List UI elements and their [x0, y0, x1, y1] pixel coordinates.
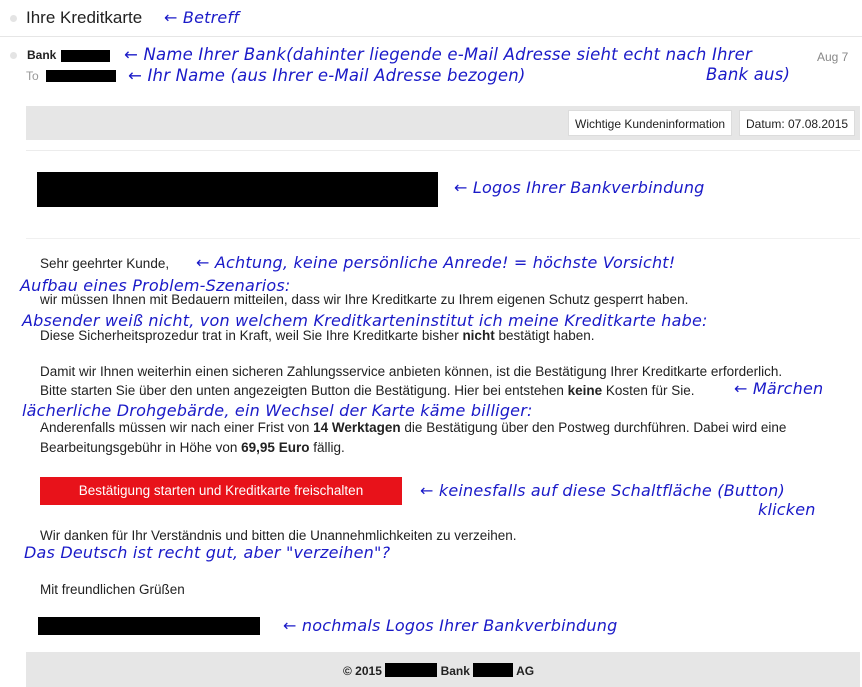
- body-closing: Mit freundlichen Grüßen: [40, 582, 185, 597]
- body-line-6: Bearbeitungsgebühr in Höhe von 69,95 Eur…: [40, 440, 345, 455]
- body-line-1: wir müssen Ihnen mit Bedauern mitteilen,…: [40, 292, 689, 307]
- footer-redacted-2: [473, 663, 514, 677]
- body-line-3: Damit wir Ihnen weiterhin einen sicheren…: [40, 364, 783, 379]
- confirm-button[interactable]: Bestätigung starten und Kreditkarte frei…: [40, 477, 402, 505]
- body-thanks: Wir danken für Ihr Verständnis und bitte…: [40, 528, 517, 543]
- sender-dot-icon: [10, 52, 17, 59]
- footer-text: © 2015 Bank AG: [343, 663, 534, 678]
- unread-dot-icon: [10, 15, 17, 22]
- mail-date: Aug 7: [817, 50, 849, 64]
- logo-divider: [26, 238, 860, 239]
- greeting: Sehr geehrter Kunde,: [40, 256, 170, 271]
- body-line-2: Diese Sicherheitsprozedur trat in Kraft,…: [40, 328, 595, 343]
- mail-subject: Ihre Kreditkarte: [26, 8, 143, 27]
- footer-middle: Bank: [440, 664, 470, 678]
- footer-suffix: AG: [516, 664, 535, 678]
- annotation-bank-name: ← Name Ihrer Bank(dahinter liegende e-Ma…: [124, 45, 753, 64]
- annotation-logos: ← Logos Ihrer Bankverbindung: [454, 178, 705, 197]
- body-line-4: Bitte starten Sie über den unten angezei…: [40, 383, 695, 398]
- header-line: [26, 150, 860, 151]
- recipient-redacted: [46, 70, 116, 82]
- annotation-button-2: klicken: [758, 500, 816, 519]
- annotation-threat: lächerliche Drohgebärde, ein Wechsel der…: [22, 401, 533, 420]
- subject-divider: [0, 36, 862, 37]
- sender-redacted: [61, 50, 110, 62]
- header-info-box: Wichtige Kundeninformation: [568, 110, 733, 136]
- mail-header-bar: [26, 106, 860, 140]
- footer-redacted-1: [385, 663, 438, 677]
- footer-prefix: © 2015: [343, 664, 382, 678]
- annotation-subject: ← Betreff: [164, 8, 240, 27]
- annotation-greeting: ← Achtung, keine persönliche Anrede! = h…: [196, 253, 676, 272]
- annotation-maerchen: ← Märchen: [734, 379, 824, 398]
- sender-label[interactable]: Bank: [27, 48, 56, 62]
- annotation-german: Das Deutsch ist recht gut, aber "verzeih…: [24, 543, 391, 562]
- annotation-bank-name-2: Bank aus): [706, 65, 791, 84]
- body-line-5: Anderenfalls müssen wir nach einer Frist…: [40, 420, 787, 435]
- bank-logo-2-redacted: [38, 617, 260, 635]
- annotation-logos-2: ← nochmals Logos Ihrer Bankverbindung: [283, 616, 618, 635]
- to-label: To: [26, 69, 39, 83]
- bank-logo-redacted: [37, 172, 438, 207]
- header-date-box: Datum: 07.08.2015: [739, 110, 856, 136]
- confirm-button-label: Bestätigung starten und Kreditkarte frei…: [78, 483, 364, 498]
- annotation-button: ← keinesfalls auf diese Schaltfläche (Bu…: [420, 481, 785, 500]
- annotation-your-name: ← Ihr Name (aus Ihrer e-Mail Adresse bez…: [128, 66, 526, 85]
